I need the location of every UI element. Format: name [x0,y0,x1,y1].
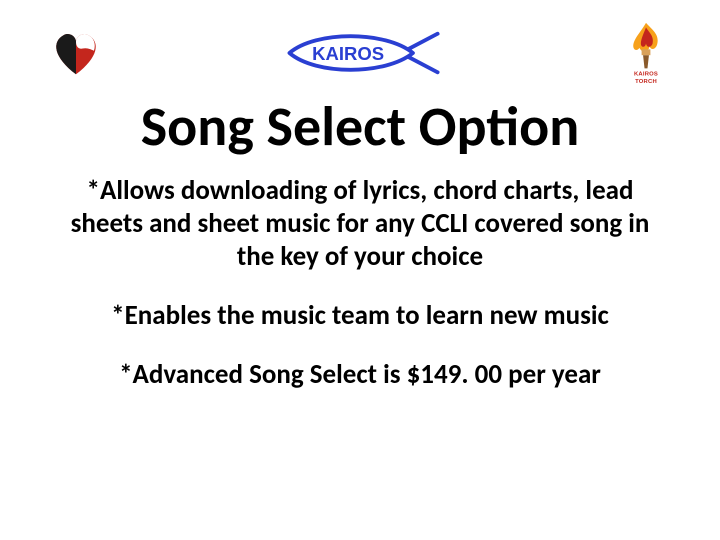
bullet-item: *Allows downloading of lyrics, chord cha… [46,175,674,274]
bullet-list: *Allows downloading of lyrics, chord cha… [0,175,720,392]
kairos-torch-logo: KAIROS TORCH [620,21,672,85]
fish-icon: KAIROS [277,26,447,80]
torch-caption-bottom: TORCH [635,79,657,85]
heart-icon [48,25,104,81]
bullet-item: *Enables the music team to learn new mus… [46,300,674,333]
kairos-fish-text: KAIROS [312,43,384,64]
logo-row: KAIROS KAIROS TORCH [0,0,720,92]
torch-caption-top: KAIROS [634,72,658,78]
slide-title: Song Select Option [40,98,680,157]
torch-icon: KAIROS TORCH [620,20,672,86]
kairos-fish-logo: KAIROS [277,21,447,85]
heart-face-logo [48,21,104,85]
bullet-item: *Advanced Song Select is $149. 00 per ye… [46,359,674,392]
